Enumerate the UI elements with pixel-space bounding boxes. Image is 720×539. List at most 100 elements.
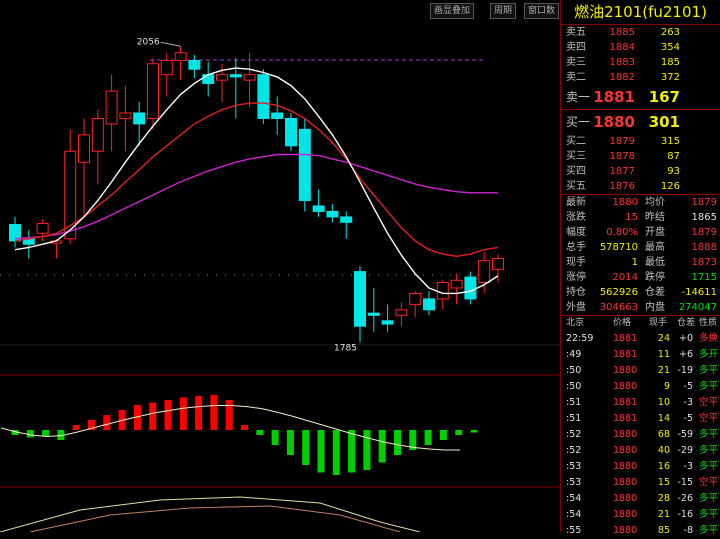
ask-row[interactable]: 卖三 1883 185 xyxy=(561,55,720,70)
stat-label: 总手 xyxy=(566,242,586,253)
trade-row[interactable]: :53 1880 16 -3 多平 xyxy=(561,459,720,475)
trade-row[interactable]: 22:59 1881 24 +0 多换 xyxy=(561,331,720,347)
trade-volume: 24 xyxy=(657,333,670,344)
bid-row[interactable]: 买三 1878 87 xyxy=(561,149,720,164)
kline-chart[interactable]: 2056 1785 xyxy=(0,0,560,532)
macd-bar xyxy=(271,430,279,445)
macd-bar xyxy=(439,430,447,440)
candle-body xyxy=(160,59,173,76)
bid-price: 1878 xyxy=(609,151,635,162)
trade-nature: 多平 xyxy=(699,461,719,472)
candle-body xyxy=(326,210,339,218)
candle-body xyxy=(395,309,408,316)
candle-body xyxy=(78,134,90,163)
trade-oi-diff: -16 xyxy=(677,509,693,520)
trade-row[interactable]: :53 1880 15 -15 空平 xyxy=(561,475,720,491)
trade-price: 1880 xyxy=(613,509,638,520)
trade-nature: 多平 xyxy=(699,493,719,504)
trade-row[interactable]: :49 1881 11 +6 多开 xyxy=(561,347,720,363)
ask-price: 1883 xyxy=(609,57,635,68)
stat-label: 开盘 xyxy=(645,227,665,238)
candle-body xyxy=(174,52,187,61)
kline-chart-area[interactable]: 2056 1785 画显叠加 周期 窗口数 xyxy=(0,0,560,532)
candle-body xyxy=(409,292,422,305)
window-count-button[interactable]: 窗口数 xyxy=(524,3,560,19)
candle-body xyxy=(423,298,435,311)
stat-value: 0.80% xyxy=(606,227,638,238)
stat-label: 昨结 xyxy=(645,212,665,223)
candle-body xyxy=(381,320,394,325)
trade-row[interactable]: :51 1881 10 -3 空平 xyxy=(561,395,720,411)
candle-body xyxy=(478,260,491,283)
ask-row[interactable]: 卖五 1885 263 xyxy=(561,25,720,40)
ask-row[interactable]: 卖二 1882 372 xyxy=(561,70,720,85)
overlay-button[interactable]: 画显叠加 xyxy=(430,3,475,19)
trade-oi-diff: -59 xyxy=(677,429,693,440)
trade-time: :50 xyxy=(566,365,582,376)
macd-bar xyxy=(241,425,248,430)
candle-body xyxy=(257,74,270,119)
macd-bar xyxy=(210,395,218,430)
bid-row-best[interactable]: 买一 1880 301 xyxy=(561,110,720,134)
macd-bar xyxy=(103,415,111,430)
trade-row[interactable]: :54 1880 21 -16 多平 xyxy=(561,507,720,523)
trade-price: 1880 xyxy=(613,477,638,488)
bid-row[interactable]: 买二 1879 315 xyxy=(561,134,720,149)
candle-body xyxy=(312,205,325,212)
trade-oi-diff: -5 xyxy=(683,413,693,424)
stat-label: 仓差 xyxy=(645,287,665,298)
contract-title: 燃油2101(fu2101) xyxy=(561,0,720,25)
ask-volume: 185 xyxy=(660,57,680,68)
candle-body xyxy=(229,74,242,78)
stat-row: 涨停 2014 跌停 1715 xyxy=(561,270,720,285)
trade-time: 22:59 xyxy=(566,333,594,344)
trade-volume: 15 xyxy=(657,477,670,488)
ask-price: 1885 xyxy=(609,27,635,38)
trade-oi-diff: -26 xyxy=(677,493,693,504)
ask-row-best[interactable]: 卖一 1881 167 xyxy=(561,85,720,110)
trade-oi-diff: -29 xyxy=(677,445,693,456)
ma-line-mid xyxy=(14,102,499,258)
high-price-pointer xyxy=(160,41,181,47)
ask-volume: 167 xyxy=(648,88,680,106)
trade-nature: 多开 xyxy=(699,349,719,360)
trade-nature: 多平 xyxy=(699,445,719,456)
bid-row[interactable]: 买五 1876 126 xyxy=(561,179,720,195)
trade-row[interactable]: :55 1880 85 -8 多平 xyxy=(561,523,720,539)
candle-body xyxy=(147,63,159,119)
trade-price: 1881 xyxy=(613,413,638,424)
trade-oi-diff: -5 xyxy=(683,381,693,392)
period-button[interactable]: 周期 xyxy=(490,3,517,19)
trade-list[interactable]: 22:59 1881 24 +0 多换:49 1881 11 +6 多开:50 1880 21 -19… xyxy=(561,331,720,539)
trade-row[interactable]: :50 1880 9 -5 多平 xyxy=(561,379,720,395)
ask-volume: 263 xyxy=(660,27,680,38)
bid-row[interactable]: 买四 1877 93 xyxy=(561,164,720,179)
macd-bar xyxy=(26,430,34,438)
bid-volume: 315 xyxy=(660,136,680,147)
trade-volume: 28 xyxy=(657,493,670,504)
trade-row[interactable]: :54 1880 28 -26 多平 xyxy=(561,491,720,507)
bid-price: 1877 xyxy=(609,166,635,177)
trade-row[interactable]: :52 1880 40 -29 多平 xyxy=(561,443,720,459)
trade-row[interactable]: :51 1881 14 -5 空平 xyxy=(561,411,720,427)
candle-body xyxy=(492,257,504,270)
stat-row: 涨跌 15 昨结 1865 xyxy=(561,210,720,225)
trade-row[interactable]: :50 1880 21 -19 多平 xyxy=(561,363,720,379)
stat-row: 最新 1880 均价 1879 xyxy=(561,195,720,210)
macd-bar xyxy=(348,430,356,473)
candle-body xyxy=(354,271,366,327)
stat-value: 1888 xyxy=(691,242,717,253)
trade-row[interactable]: :52 1880 68 -59 多平 xyxy=(561,427,720,443)
ask-row[interactable]: 卖四 1884 354 xyxy=(561,40,720,55)
trade-nature: 多平 xyxy=(699,525,719,536)
macd-bar xyxy=(42,430,50,436)
trade-price: 1881 xyxy=(613,397,638,408)
ask-label: 卖一 xyxy=(566,90,591,104)
trade-volume: 14 xyxy=(657,413,670,424)
stat-label: 最低 xyxy=(645,257,665,268)
stat-label: 均价 xyxy=(645,197,665,208)
stat-value: 578710 xyxy=(599,242,638,253)
trade-time: :49 xyxy=(566,349,582,360)
trade-price: 1881 xyxy=(613,349,638,360)
macd-bar xyxy=(72,425,80,430)
